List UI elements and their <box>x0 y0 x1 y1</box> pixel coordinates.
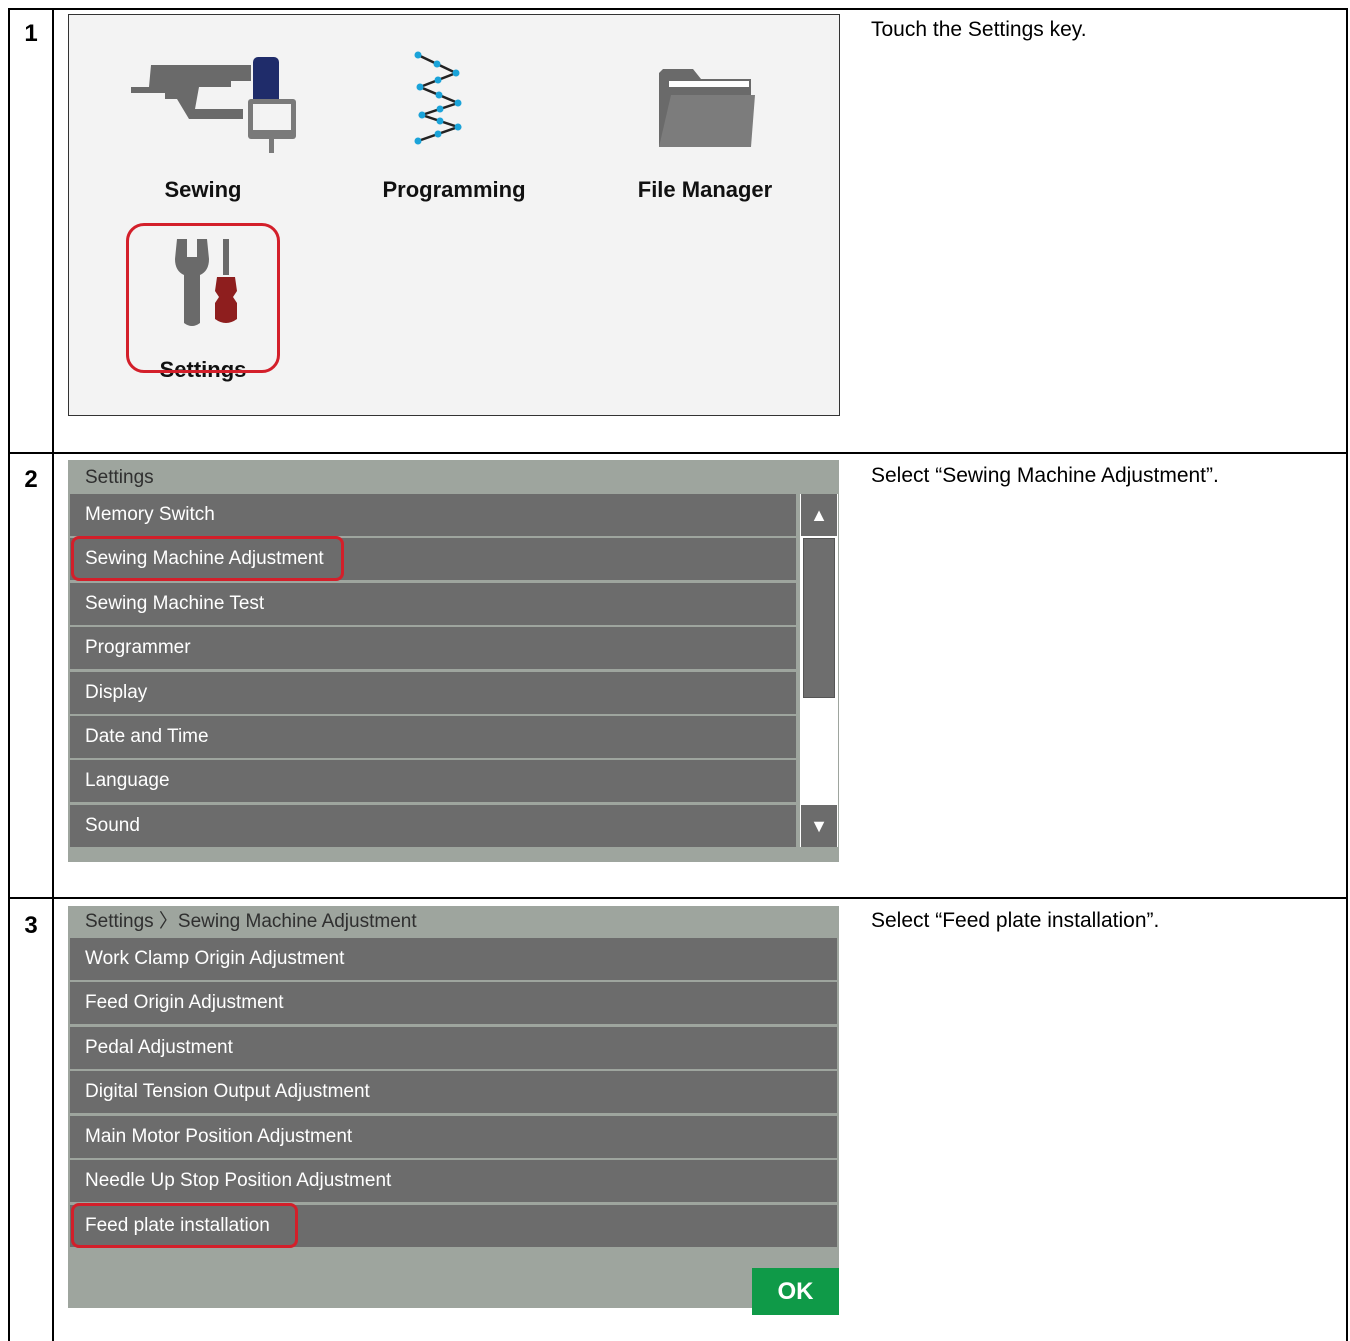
ok-button[interactable]: OK <box>752 1268 839 1315</box>
home-screen: Sewing Programming File Manager Settings <box>68 14 840 416</box>
list-item-work-clamp-origin[interactable]: Work Clamp Origin Adjustment <box>70 938 837 980</box>
list-item-feed-origin[interactable]: Feed Origin Adjustment <box>70 982 837 1024</box>
list-item-language[interactable]: Language <box>70 760 796 802</box>
programming-label: Programming <box>382 177 526 202</box>
step-instruction: Select “Feed plate installation”. <box>871 909 1160 932</box>
table-row-divider <box>8 897 1348 899</box>
list-item-needle-up-stop[interactable]: Needle Up Stop Position Adjustment <box>70 1160 837 1202</box>
list-item-date-and-time[interactable]: Date and Time <box>70 716 796 758</box>
programming-tile[interactable]: Programming <box>354 51 554 202</box>
screen-breadcrumb: Settings 〉Sewing Machine Adjustment <box>85 911 417 932</box>
scroll-down-button[interactable]: ▼ <box>801 805 837 847</box>
sewing-machine-icon <box>131 57 296 153</box>
step-instruction: Select “Sewing Machine Adjustment”. <box>871 464 1219 487</box>
adjustment-screen: Settings 〉Sewing Machine Adjustment Work… <box>68 906 839 1315</box>
sewing-tile[interactable]: Sewing <box>103 51 303 202</box>
sewing-label: Sewing <box>164 177 242 202</box>
list-item-programmer[interactable]: Programmer <box>70 627 796 669</box>
file-manager-tile[interactable]: File Manager <box>605 51 805 202</box>
settings-screen: Settings Memory Switch Sewing Machine Ad… <box>68 460 839 862</box>
selection-highlight <box>71 1203 298 1248</box>
step-number: 3 <box>24 912 38 939</box>
list-item-sound[interactable]: Sound <box>70 805 796 847</box>
table-column-divider <box>52 8 54 1341</box>
list-item-memory-switch[interactable]: Memory Switch <box>70 494 796 536</box>
file-manager-label: File Manager <box>637 177 773 202</box>
selection-highlight <box>71 536 344 581</box>
step-instruction: Touch the Settings key. <box>871 18 1087 41</box>
scrollbar-thumb[interactable] <box>803 538 835 698</box>
step-number: 2 <box>24 466 38 493</box>
list-item-digital-tension[interactable]: Digital Tension Output Adjustment <box>70 1071 837 1113</box>
settings-highlight <box>126 223 280 373</box>
folder-icon <box>659 69 755 147</box>
list-item-pedal-adjustment[interactable]: Pedal Adjustment <box>70 1027 837 1069</box>
list-item-sewing-machine-test[interactable]: Sewing Machine Test <box>70 583 796 625</box>
step-number: 1 <box>24 20 38 47</box>
zigzag-programming-icon <box>414 51 462 145</box>
list-item-display[interactable]: Display <box>70 672 796 714</box>
screen-title: Settings <box>85 467 154 488</box>
scroll-up-button[interactable]: ▲ <box>801 494 837 536</box>
list-item-main-motor-position[interactable]: Main Motor Position Adjustment <box>70 1116 837 1158</box>
table-row-divider <box>8 452 1348 454</box>
